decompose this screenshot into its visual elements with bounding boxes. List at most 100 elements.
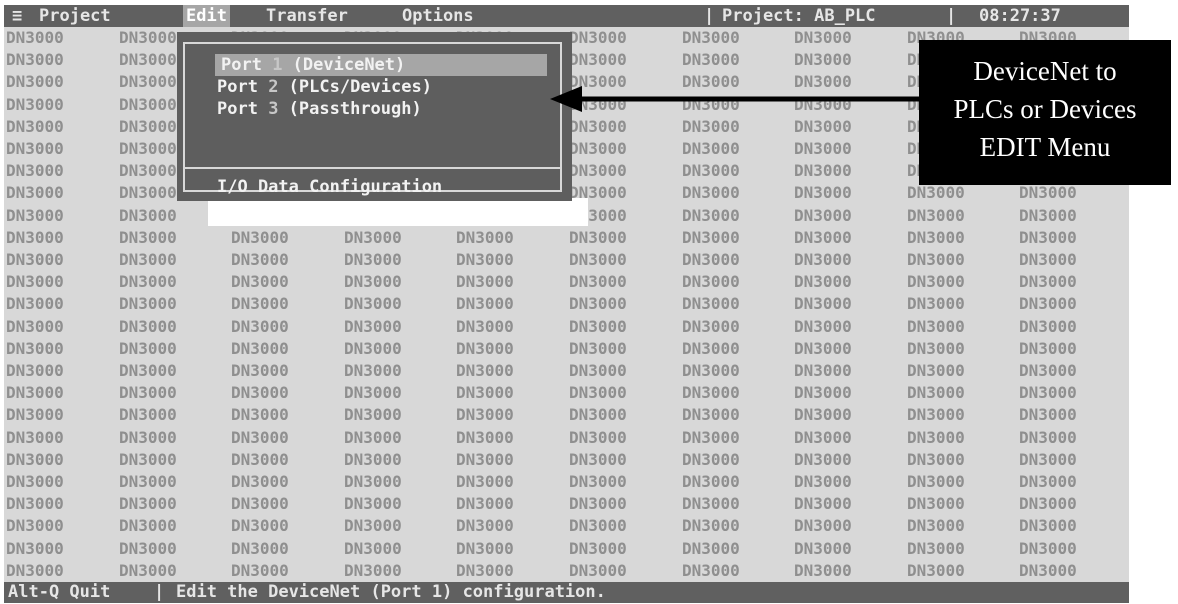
wallpaper-tile: DN3000	[456, 361, 514, 380]
menu-item-number: 2	[268, 77, 279, 97]
wallpaper-tile: DN3000	[6, 450, 64, 469]
wallpaper-tile: DN3000	[231, 250, 289, 269]
wallpaper-tile: DN3000	[1019, 383, 1077, 402]
wallpaper-tile: DN3000	[794, 28, 852, 47]
menu-item-port-3[interactable]: Port 3 (Passthrough)	[217, 98, 422, 120]
wallpaper-tile: DN3000	[231, 450, 289, 469]
wallpaper-tile: DN3000	[907, 317, 965, 336]
wallpaper-tile: DN3000	[907, 206, 965, 225]
wallpaper-tile: DN3000	[907, 472, 965, 491]
wallpaper-tile: DN3000	[344, 450, 402, 469]
annotation-callout: DeviceNet to PLCs or Devices EDIT Menu	[919, 40, 1171, 185]
wallpaper-tile: DN3000	[569, 161, 627, 180]
quit-hint[interactable]: Alt-Q Quit	[8, 582, 110, 603]
wallpaper-tile: DN3000	[682, 405, 740, 424]
wallpaper-tile: DN3000	[569, 139, 627, 158]
wallpaper-tile: DN3000	[1019, 539, 1077, 558]
menu-project[interactable]: Project	[39, 5, 111, 27]
wallpaper-tile: DN3000	[6, 516, 64, 535]
wallpaper-tile: DN3000	[682, 272, 740, 291]
wallpaper-tile: DN3000	[569, 361, 627, 380]
wallpaper-tile: DN3000	[456, 383, 514, 402]
wallpaper-tile: DN3000	[569, 472, 627, 491]
wallpaper-tile: DN3000	[1019, 428, 1077, 447]
wallpaper-tile: DN3000	[6, 294, 64, 313]
wallpaper-tile: DN3000	[344, 516, 402, 535]
wallpaper-tile: DN3000	[569, 50, 627, 69]
wallpaper-tile: DN3000	[231, 561, 289, 580]
menu-item-prefix: Port	[217, 77, 269, 97]
wallpaper-tile: DN3000	[231, 383, 289, 402]
wallpaper-tile: DN3000	[794, 272, 852, 291]
wallpaper-tile: DN3000	[231, 361, 289, 380]
menu-transfer[interactable]: Transfer	[266, 5, 348, 27]
project-label: Project: AB_PLC	[722, 6, 876, 26]
wallpaper-tile: DN3000	[456, 539, 514, 558]
wallpaper-tile: DN3000	[907, 183, 965, 202]
wallpaper-tile: DN3000	[456, 428, 514, 447]
wallpaper-tile: DN3000	[344, 228, 402, 247]
menu-item-io-data-configuration[interactable]: I/O Data Configuration	[217, 176, 442, 198]
wallpaper-tile: DN3000	[344, 294, 402, 313]
wallpaper-tile: DN3000	[794, 294, 852, 313]
wallpaper-tile: DN3000	[907, 361, 965, 380]
menu-edit[interactable]: Edit	[183, 5, 230, 27]
menubar-divider: |	[946, 6, 957, 26]
wallpaper-tile: DN3000	[6, 228, 64, 247]
wallpaper-tile: DN3000	[231, 228, 289, 247]
wallpaper-tile: DN3000	[119, 516, 177, 535]
wallpaper-tile: DN3000	[456, 228, 514, 247]
menu-item-port-1[interactable]: Port 1 (DeviceNet)	[215, 54, 547, 76]
wallpaper-tile: DN3000	[6, 50, 64, 69]
wallpaper-tile: DN3000	[6, 494, 64, 513]
wallpaper-tile: DN3000	[682, 494, 740, 513]
wallpaper-tile: DN3000	[456, 317, 514, 336]
wallpaper-tile: DN3000	[456, 494, 514, 513]
wallpaper-tile: DN3000	[344, 561, 402, 580]
wallpaper-tile: DN3000	[231, 472, 289, 491]
wallpaper-tile: DN3000	[6, 317, 64, 336]
wallpaper-tile: DN3000	[344, 361, 402, 380]
wallpaper-tile: DN3000	[456, 272, 514, 291]
wallpaper-tile: DN3000	[6, 206, 64, 225]
wallpaper-tile: DN3000	[907, 428, 965, 447]
wallpaper-tile: DN3000	[907, 450, 965, 469]
wallpaper-tile: DN3000	[794, 361, 852, 380]
menu-item-label: (PLCs/Devices)	[278, 77, 432, 97]
menu-item-number: 1	[272, 55, 283, 75]
wallpaper-tile: DN3000	[6, 183, 64, 202]
wallpaper-tile: DN3000	[456, 339, 514, 358]
wallpaper-tile: DN3000	[6, 339, 64, 358]
wallpaper-tile: DN3000	[794, 50, 852, 69]
menu-item-number: 3	[268, 99, 279, 119]
wallpaper-tile: DN3000	[682, 161, 740, 180]
wallpaper-tile: DN3000	[6, 117, 64, 136]
wallpaper-tile: DN3000	[1019, 183, 1077, 202]
wallpaper-tile: DN3000	[119, 228, 177, 247]
wallpaper-tile: DN3000	[456, 294, 514, 313]
wallpaper-tile: DN3000	[119, 339, 177, 358]
wallpaper-tile: DN3000	[682, 472, 740, 491]
menu-separator	[183, 167, 562, 169]
wallpaper-tile: DN3000	[794, 405, 852, 424]
wallpaper-tile: DN3000	[119, 450, 177, 469]
wallpaper-tile: DN3000	[1019, 272, 1077, 291]
clock: 08:27:37	[979, 6, 1061, 26]
wallpaper-tile: DN3000	[907, 405, 965, 424]
callout-line-3: EDIT Menu	[979, 132, 1111, 162]
wallpaper-tile: DN3000	[119, 494, 177, 513]
system-menu-icon[interactable]: ≡	[12, 5, 22, 27]
wallpaper-tile: DN3000	[569, 294, 627, 313]
menu-item-prefix: Port	[217, 99, 269, 119]
wallpaper-tile: DN3000	[794, 472, 852, 491]
wallpaper-tile: DN3000	[569, 516, 627, 535]
wallpaper-tile: DN3000	[794, 183, 852, 202]
wallpaper-tile: DN3000	[119, 317, 177, 336]
wallpaper-tile: DN3000	[119, 294, 177, 313]
wallpaper-tile: DN3000	[794, 228, 852, 247]
wallpaper-tile: DN3000	[6, 72, 64, 91]
wallpaper-tile: DN3000	[1019, 361, 1077, 380]
wallpaper-tile: DN3000	[682, 139, 740, 158]
menu-item-port-2[interactable]: Port 2 (PLCs/Devices)	[217, 76, 432, 98]
menu-options[interactable]: Options	[402, 5, 474, 27]
